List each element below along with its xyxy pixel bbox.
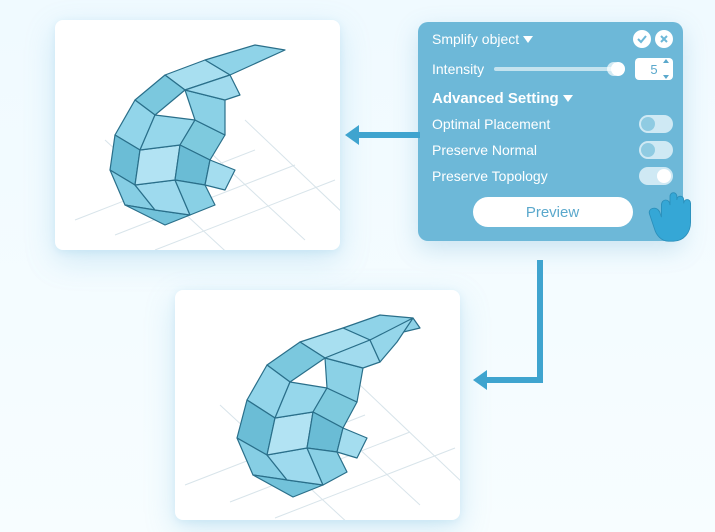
panel-header: Smplify object xyxy=(432,30,673,48)
arrow-to-bottom-viewport xyxy=(470,260,570,420)
intensity-label: Intensity xyxy=(432,61,484,77)
slider-thumb[interactable] xyxy=(611,62,625,76)
preview-viewport-bottom xyxy=(175,290,460,520)
toggle-preserve-normal[interactable] xyxy=(639,141,673,159)
option-preserve-normal: Preserve Normal xyxy=(432,141,673,159)
option-label: Preserve Normal xyxy=(432,142,537,158)
intensity-slider[interactable] xyxy=(494,67,625,71)
option-label: Optimal Placement xyxy=(432,116,550,132)
panel-title-text: Smplify object xyxy=(432,31,519,47)
close-button[interactable] xyxy=(655,30,673,48)
intensity-value-input[interactable]: 5 xyxy=(635,58,673,80)
preview-button-label: Preview xyxy=(526,204,579,221)
option-label: Preserve Topology xyxy=(432,168,548,184)
advanced-setting-header[interactable]: Advanced Setting xyxy=(432,90,673,107)
dropdown-icon xyxy=(523,36,533,43)
toggle-preserve-topology[interactable] xyxy=(639,167,673,185)
arrow-to-top-viewport xyxy=(345,120,425,150)
apply-button[interactable] xyxy=(633,30,651,48)
option-optimal-placement: Optimal Placement xyxy=(432,115,673,133)
panel-title[interactable]: Smplify object xyxy=(432,31,533,47)
preview-button[interactable]: Preview xyxy=(473,197,633,227)
preview-viewport-top xyxy=(55,20,340,250)
stepper-up-icon[interactable] xyxy=(663,59,669,63)
intensity-row: Intensity 5 xyxy=(432,58,673,80)
toggle-optimal-placement[interactable] xyxy=(639,115,673,133)
dropdown-icon xyxy=(563,95,573,102)
stepper-down-icon[interactable] xyxy=(663,75,669,79)
hand-cursor-icon xyxy=(640,188,700,248)
option-preserve-topology: Preserve Topology xyxy=(432,167,673,185)
intensity-value: 5 xyxy=(650,62,657,77)
advanced-setting-label: Advanced Setting xyxy=(432,90,559,107)
